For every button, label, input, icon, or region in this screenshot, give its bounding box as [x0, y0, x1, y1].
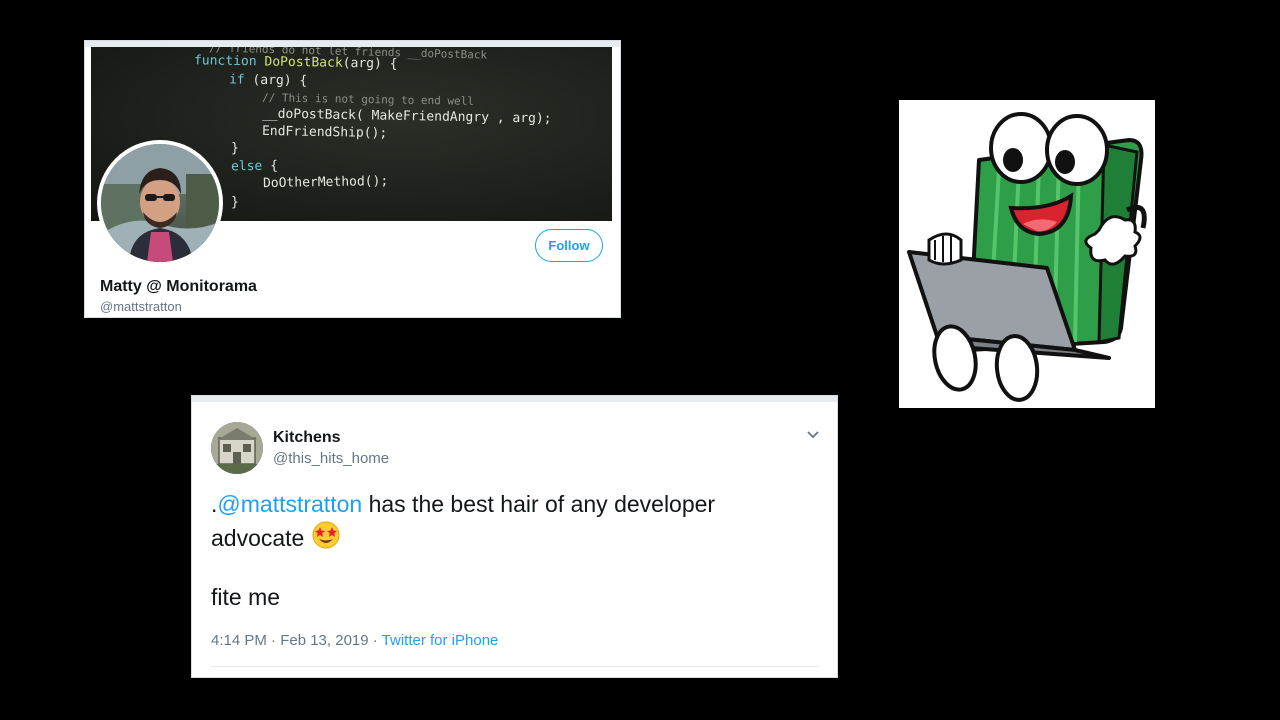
tweet-timestamp[interactable]: 4:14 PM · Feb 13, 2019 · [211, 632, 382, 649]
code-keyword: function [193, 53, 265, 70]
tweet-text-line2: fite me [211, 584, 281, 610]
mascot-book-laptop [907, 112, 1147, 402]
tweet-author-handle[interactable]: @this_hits_home [273, 450, 389, 467]
tweet-divider [211, 666, 819, 667]
follow-button[interactable]: Follow [535, 229, 603, 262]
house-photo [211, 422, 263, 474]
chevron-down-icon[interactable] [806, 428, 820, 442]
profile-display-name[interactable]: Matty @ Monitorama [100, 278, 257, 296]
avatar-photo [101, 144, 219, 262]
code-line: __doPostBack( MakeFriendAngry , arg); [261, 106, 552, 127]
code-fn: DoPostBack [264, 54, 343, 71]
tweet-author-avatar[interactable] [211, 422, 263, 474]
code-line: EndFriendShip(); [261, 123, 388, 142]
code-line: DoOtherMethod(); [262, 173, 389, 192]
code-line: if (arg) { [228, 72, 308, 89]
avatar[interactable] [101, 144, 219, 262]
tweet-mention-link[interactable]: @mattstratton [217, 491, 362, 517]
tweet-text: .@mattstratton has the best hair of any … [211, 488, 811, 554]
code-line: } [231, 195, 239, 210]
code-line: // This is not going to end well [261, 91, 475, 108]
code-line: else { [230, 158, 279, 175]
tweet-author-name[interactable]: Kitchens [273, 429, 341, 447]
profile-card: // friends do not let friends __doPostBa… [84, 40, 621, 318]
star-struck-emoji-icon [312, 521, 340, 549]
profile-avatar-ring[interactable] [97, 140, 223, 266]
code-line: function DoPostBack(arg) { [193, 53, 398, 72]
tweet-source-link[interactable]: Twitter for iPhone [382, 632, 499, 649]
code-line: } [231, 141, 239, 156]
tweet-card: Kitchens @this_hits_home .@mattstratton … [191, 395, 838, 678]
tweet-meta: 4:14 PM · Feb 13, 2019 · Twitter for iPh… [211, 632, 498, 649]
profile-handle[interactable]: @mattstratton [100, 299, 182, 314]
mascot-illustration [899, 100, 1155, 408]
